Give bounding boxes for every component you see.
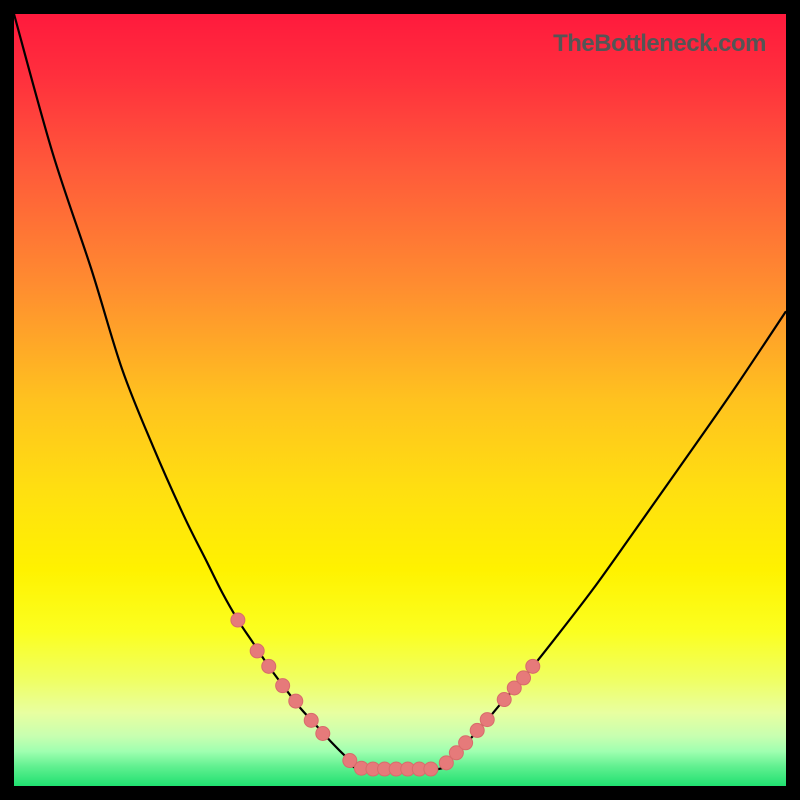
data-marker [526, 659, 540, 673]
data-marker [289, 694, 303, 708]
data-marker [250, 644, 264, 658]
data-marker [497, 693, 511, 707]
data-marker [470, 723, 484, 737]
curve-markers [231, 613, 540, 776]
data-marker [424, 762, 438, 776]
data-marker [459, 736, 473, 750]
watermark: TheBottleneck.com [553, 30, 766, 58]
data-marker [276, 679, 290, 693]
data-marker [231, 613, 245, 627]
bottleneck-curve [14, 14, 786, 786]
data-marker [480, 713, 494, 727]
data-marker [262, 659, 276, 673]
data-marker [316, 727, 330, 741]
data-marker [517, 671, 531, 685]
plot-area: TheBottleneck.com [14, 14, 786, 786]
curve-path [14, 14, 786, 771]
data-marker [304, 713, 318, 727]
